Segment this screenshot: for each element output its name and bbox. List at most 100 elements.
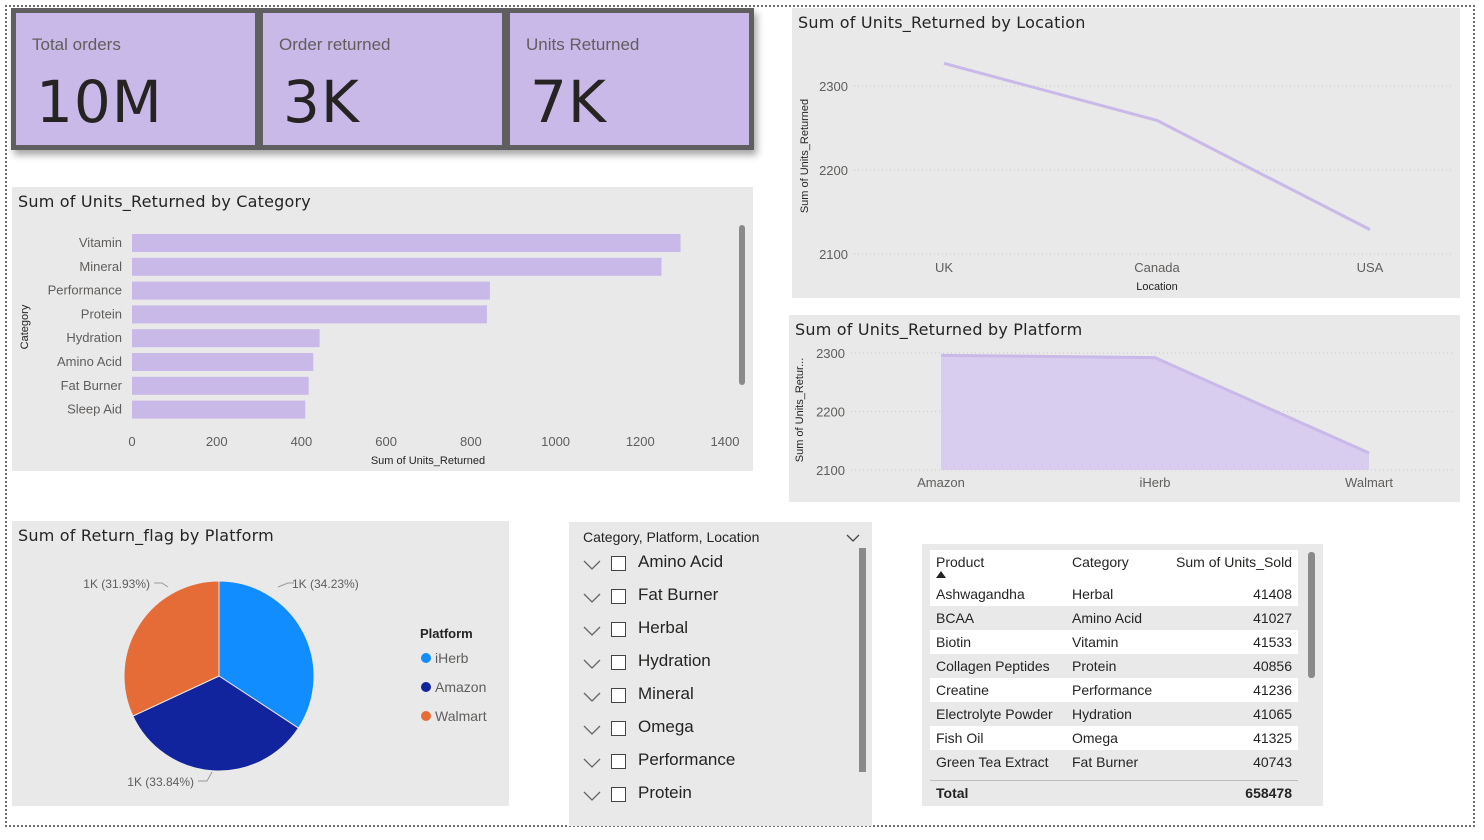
- slicer-item-label: Amino Acid: [638, 552, 724, 571]
- bar-protein[interactable]: [132, 305, 487, 324]
- x-tick-label: iHerb: [1139, 475, 1170, 490]
- legend-marker: [421, 711, 431, 721]
- units-sold-cell: 41236: [1166, 678, 1298, 702]
- slicer-item-label: Fat Burner: [638, 585, 719, 604]
- legend-item: Walmart: [435, 708, 487, 724]
- area-fill[interactable]: [941, 355, 1369, 470]
- slicer-item-hydration[interactable]: Hydration: [581, 651, 841, 677]
- category-tick-label: Vitamin: [79, 235, 122, 250]
- column-header-units-sold[interactable]: Sum of Units_Sold: [1166, 550, 1298, 582]
- bar-amino-acid[interactable]: [132, 353, 314, 371]
- slicer-item-herbal[interactable]: Herbal: [581, 618, 841, 644]
- kpi-orders-returned[interactable]: Order returned 3K: [263, 13, 502, 145]
- slicer-item-omega[interactable]: Omega: [581, 717, 841, 743]
- bar-vitamin[interactable]: [132, 234, 681, 252]
- table-row[interactable]: Fish Oil Omega 41325: [930, 726, 1298, 750]
- x-tick-label: Canada: [1134, 260, 1180, 275]
- bar-mineral[interactable]: [132, 257, 662, 276]
- y-axis-title: Sum of Units_Returned: [799, 99, 811, 213]
- chevron-down-icon[interactable]: [583, 688, 601, 707]
- table-row[interactable]: Collagen Peptides Protein 40856: [930, 654, 1298, 678]
- x-tick-label: 0: [128, 434, 135, 449]
- table-row[interactable]: Ashwagandha Herbal 41408: [930, 582, 1298, 606]
- chevron-down-icon[interactable]: [846, 528, 860, 547]
- table-row[interactable]: Green Tea Extract Fat Burner 40743: [930, 750, 1298, 774]
- checkbox[interactable]: [611, 721, 626, 736]
- x-axis-title: Location: [1136, 281, 1178, 293]
- chevron-down-icon[interactable]: [583, 622, 601, 641]
- x-tick-label: USA: [1357, 260, 1384, 275]
- chevron-down-icon[interactable]: [583, 721, 601, 740]
- platform-area-chart-panel[interactable]: Sum of Units_Returned by Platform 2100 22…: [789, 315, 1460, 502]
- column-header-product[interactable]: Product: [930, 550, 1066, 582]
- table-row[interactable]: Creatine Performance 41236: [930, 678, 1298, 702]
- chevron-down-icon[interactable]: [583, 754, 601, 773]
- pie-data-label: 1K (33.84%): [127, 775, 194, 789]
- checkbox[interactable]: [611, 688, 626, 703]
- location-line-chart-panel[interactable]: Sum of Units_Returned by Location 2100 22…: [792, 8, 1460, 298]
- x-axis-title: Sum of Units_Returned: [371, 455, 485, 467]
- slicer-item-amino-acid[interactable]: Amino Acid: [581, 552, 841, 578]
- slicer-header: Category, Platform, Location: [583, 529, 760, 545]
- slicer-item-performance[interactable]: Performance: [581, 750, 841, 776]
- legend-title: Platform: [420, 626, 473, 641]
- chart-scrollbar[interactable]: [739, 225, 745, 385]
- line-series[interactable]: [943, 61, 1371, 231]
- y-axis-title: Sum of Units_Retur...: [794, 358, 806, 463]
- category-cell: Fat Burner: [1066, 750, 1166, 774]
- kpi-units-returned[interactable]: Units Returned 7K: [510, 13, 749, 145]
- units-sold-cell: 41065: [1166, 702, 1298, 726]
- table-scrollbar[interactable]: [1308, 552, 1315, 678]
- kpi-value: 7K: [530, 68, 607, 136]
- category-bar-chart-panel[interactable]: Sum of Units_Returned by Category Vitami…: [12, 187, 753, 471]
- category-cell: Omega: [1066, 726, 1166, 750]
- x-tick-label: 200: [206, 434, 228, 449]
- bar-fat-burner[interactable]: [132, 376, 309, 395]
- bar-sleep-aid[interactable]: [132, 400, 306, 419]
- checkbox[interactable]: [611, 754, 626, 769]
- x-tick-label: 600: [375, 434, 397, 449]
- bar-performance[interactable]: [132, 281, 490, 300]
- checkbox[interactable]: [611, 655, 626, 670]
- column-header-category[interactable]: Category: [1066, 550, 1166, 582]
- chevron-down-icon[interactable]: [583, 589, 601, 608]
- category-cell: Protein: [1066, 654, 1166, 678]
- product-cell: Collagen Peptides: [930, 654, 1066, 678]
- kpi-total-orders[interactable]: Total orders 10M: [16, 13, 255, 145]
- kpi-label: Total orders: [32, 35, 121, 54]
- table-row[interactable]: Biotin Vitamin 41533: [930, 630, 1298, 654]
- category-cell: Hydration: [1066, 702, 1166, 726]
- checkbox[interactable]: [611, 787, 626, 802]
- category-tick-label: Fat Burner: [61, 378, 123, 393]
- category-slicer[interactable]: Category, Platform, Location Amino Acid F…: [569, 522, 872, 826]
- sort-ascending-icon: [936, 570, 1060, 578]
- category-tick-label: Amino Acid: [57, 354, 122, 369]
- checkbox[interactable]: [611, 589, 626, 604]
- pie-data-label: 1K (34.23%): [292, 577, 359, 591]
- kpi-label: Units Returned: [526, 35, 640, 54]
- column-header-label: Sum of Units_Sold: [1176, 554, 1292, 570]
- category-cell: Performance: [1066, 678, 1166, 702]
- pie-data-label: 1K (31.93%): [83, 577, 150, 591]
- table-row[interactable]: BCAA Amino Acid 41027: [930, 606, 1298, 630]
- category-cell: Amino Acid: [1066, 606, 1166, 630]
- product-table[interactable]: Product Category Sum of Units_Sold Ashwa…: [922, 544, 1323, 806]
- bar-hydration[interactable]: [132, 329, 320, 348]
- chevron-down-icon[interactable]: [583, 787, 601, 806]
- slicer-item-protein[interactable]: Protein: [581, 783, 841, 809]
- chevron-down-icon[interactable]: [583, 556, 601, 575]
- chevron-down-icon[interactable]: [583, 655, 601, 674]
- category-tick-label: Performance: [48, 283, 122, 298]
- slicer-item-fat-burner[interactable]: Fat Burner: [581, 585, 841, 611]
- table-row[interactable]: Electrolyte Powder Hydration 41065: [930, 702, 1298, 726]
- category-tick-label: Hydration: [66, 330, 122, 345]
- x-tick-label: 400: [291, 434, 313, 449]
- checkbox[interactable]: [611, 622, 626, 637]
- leader-line: [154, 582, 169, 588]
- platform-pie-chart-panel[interactable]: Sum of Return_flag by Platform 1K (34.23…: [12, 521, 509, 806]
- slicer-scrollbar[interactable]: [859, 548, 866, 772]
- category-tick-label: Protein: [81, 306, 122, 321]
- slicer-item-mineral[interactable]: Mineral: [581, 684, 841, 710]
- x-tick-label: UK: [935, 260, 953, 275]
- checkbox[interactable]: [611, 556, 626, 571]
